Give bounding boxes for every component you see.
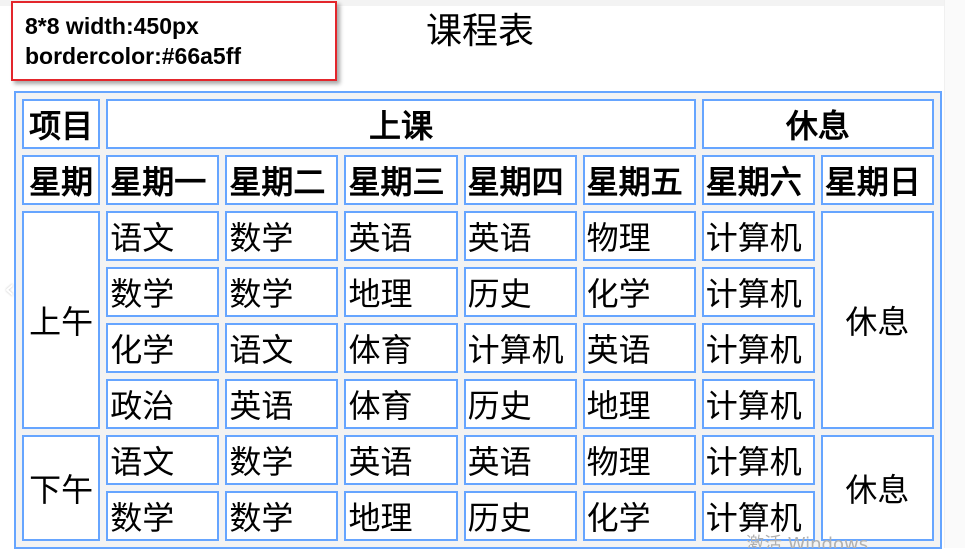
table-row: 化学 语文 体育 计算机 英语 计算机	[22, 323, 934, 373]
annotation-box: 8*8 width:450px bordercolor:#66a5ff	[11, 1, 337, 81]
day-header: 星期一	[106, 155, 220, 205]
table-cell: 英语	[463, 435, 577, 485]
table-cell: 英语	[225, 379, 339, 429]
day-header: 星期五	[582, 155, 696, 205]
table-cell: 英语	[344, 211, 458, 261]
table-cell: 体育	[344, 323, 458, 373]
schedule-table: 项目 上课 休息 星期 星期一 星期二 星期三 星期四 星期五 星期六 星期日 …	[14, 91, 942, 549]
table-cell: 物理	[582, 435, 696, 485]
day-header: 星期二	[225, 155, 339, 205]
table-cell: 数学	[225, 435, 339, 485]
table-cell: 地理	[344, 491, 458, 541]
table-cell: 地理	[344, 267, 458, 317]
table-cell: 计算机	[701, 267, 815, 317]
table-cell: 化学	[106, 323, 220, 373]
day-header: 星期日	[820, 155, 934, 205]
table-cell: 计算机	[701, 211, 815, 261]
table-row: 下午 语文 数学 英语 英语 物理 计算机 休息	[22, 435, 934, 541]
sunday-rest-morning: 休息	[820, 211, 934, 429]
table-cell: 英语	[463, 211, 577, 261]
table-cell: 历史	[463, 491, 577, 541]
table-row: 政治 英语 体育 历史 地理 计算机	[22, 379, 934, 429]
table-cell: 地理	[582, 379, 696, 429]
table-row: 上午 语文 数学 英语 英语 物理 计算机 休息	[22, 211, 934, 429]
table-row: 数学 数学 地理 历史 化学 计算机	[22, 267, 934, 317]
table-cell: 语文	[106, 211, 220, 261]
day-header: 星期三	[344, 155, 458, 205]
day-header: 星期六	[701, 155, 815, 205]
table-cell: 数学	[106, 491, 220, 541]
table-cell: 数学	[225, 211, 339, 261]
page-title: 课程表	[425, 11, 534, 52]
sunday-rest-afternoon: 休息	[820, 435, 934, 541]
header-class: 上课	[106, 99, 696, 149]
period-label-afternoon: 下午	[22, 435, 101, 541]
table-cell: 数学	[225, 491, 339, 541]
table-cell: 计算机	[701, 435, 815, 485]
table-cell: 英语	[582, 323, 696, 373]
table-cell: 语文	[225, 323, 339, 373]
table-cell: 体育	[344, 379, 458, 429]
day-header: 星期	[22, 155, 101, 205]
table-cell: 物理	[582, 211, 696, 261]
vertical-scrollbar[interactable]	[944, 0, 965, 548]
annotation-line-color: bordercolor:#66a5ff	[25, 43, 242, 69]
header-item: 项目	[22, 99, 101, 149]
period-label-morning: 上午	[22, 211, 101, 429]
table-header-row: 项目 上课 休息	[22, 99, 934, 149]
annotation-line-size: 8*8 width:450px	[25, 13, 199, 39]
day-header: 星期四	[463, 155, 577, 205]
table-cell: 计算机	[701, 323, 815, 373]
windows-activation-watermark: 激活 Windows	[746, 534, 869, 548]
table-days-row: 星期 星期一 星期二 星期三 星期四 星期五 星期六 星期日	[22, 155, 934, 205]
table-cell: 计算机	[463, 323, 577, 373]
table-cell: 计算机	[701, 379, 815, 429]
header-rest: 休息	[701, 99, 934, 149]
table-cell: 数学	[225, 267, 339, 317]
table-cell: 数学	[106, 267, 220, 317]
table-cell: 语文	[106, 435, 220, 485]
table-cell: 政治	[106, 379, 220, 429]
table-cell: 历史	[463, 379, 577, 429]
table-cell: 化学	[582, 491, 696, 541]
table-cell: 英语	[344, 435, 458, 485]
table-cell: 历史	[463, 267, 577, 317]
table-cell: 化学	[582, 267, 696, 317]
